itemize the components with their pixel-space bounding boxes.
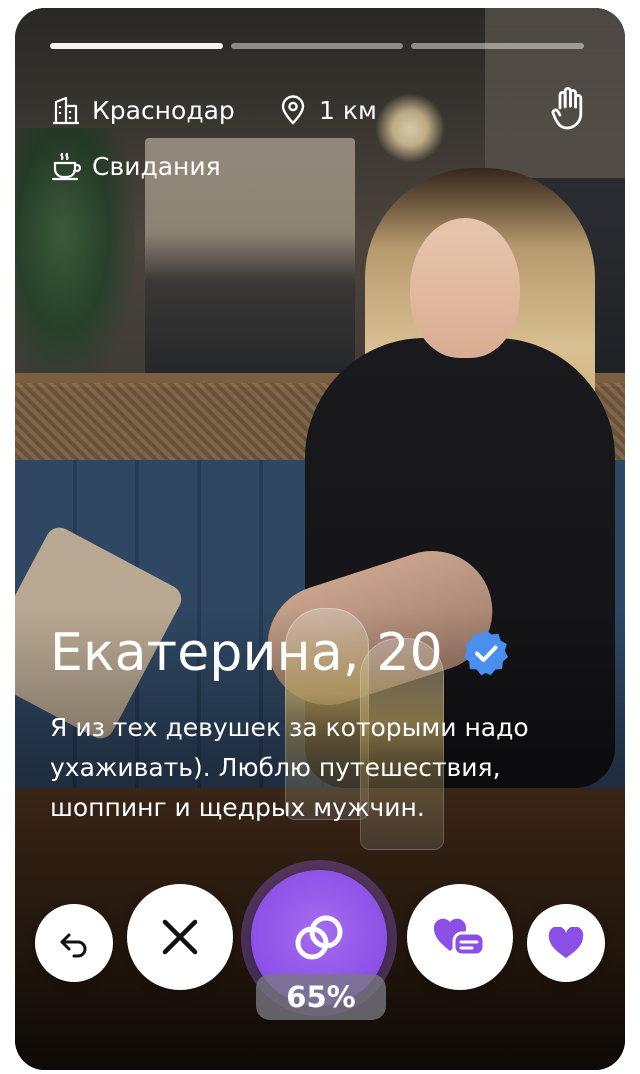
hand-wave-icon[interactable]: [550, 86, 590, 132]
distance-label: 1 км: [319, 95, 377, 125]
name-age-label: Екатерина, 20: [50, 623, 443, 683]
like-with-message-button[interactable]: [407, 884, 513, 990]
profile-name: Екатерина, 20: [50, 623, 511, 683]
profile-bio: Я из тех девушек за которыми надо ухажив…: [50, 713, 529, 822]
progress-segment-3: [411, 43, 585, 49]
match-percent: 65%: [256, 974, 386, 1020]
story-progress: [50, 43, 585, 49]
building-icon: [53, 96, 79, 125]
progress-segment-2: [230, 43, 404, 49]
like-button[interactable]: [527, 904, 605, 982]
undo-icon: [60, 933, 87, 958]
close-icon: [162, 919, 198, 955]
verified-badge-icon: [463, 630, 508, 676]
undo-button[interactable]: [35, 904, 113, 982]
location-city: Краснодар: [50, 94, 235, 126]
progress-segment-1: [50, 43, 223, 49]
heart-message-icon: [433, 918, 486, 957]
location-distance: 1 км: [277, 94, 377, 126]
purpose-label: Свидания: [92, 151, 221, 181]
rings-icon: [295, 915, 343, 960]
coffee-cup-icon: [51, 152, 82, 181]
profile-card[interactable]: Краснодар 1 км Свидания Екатерина, 20 Я …: [15, 8, 625, 1070]
dating-purpose: Свидания: [50, 150, 221, 182]
heart-icon: [548, 927, 584, 958]
city-label: Краснодар: [92, 95, 235, 125]
location-pin-icon: [281, 95, 305, 125]
dislike-button[interactable]: [127, 884, 233, 990]
